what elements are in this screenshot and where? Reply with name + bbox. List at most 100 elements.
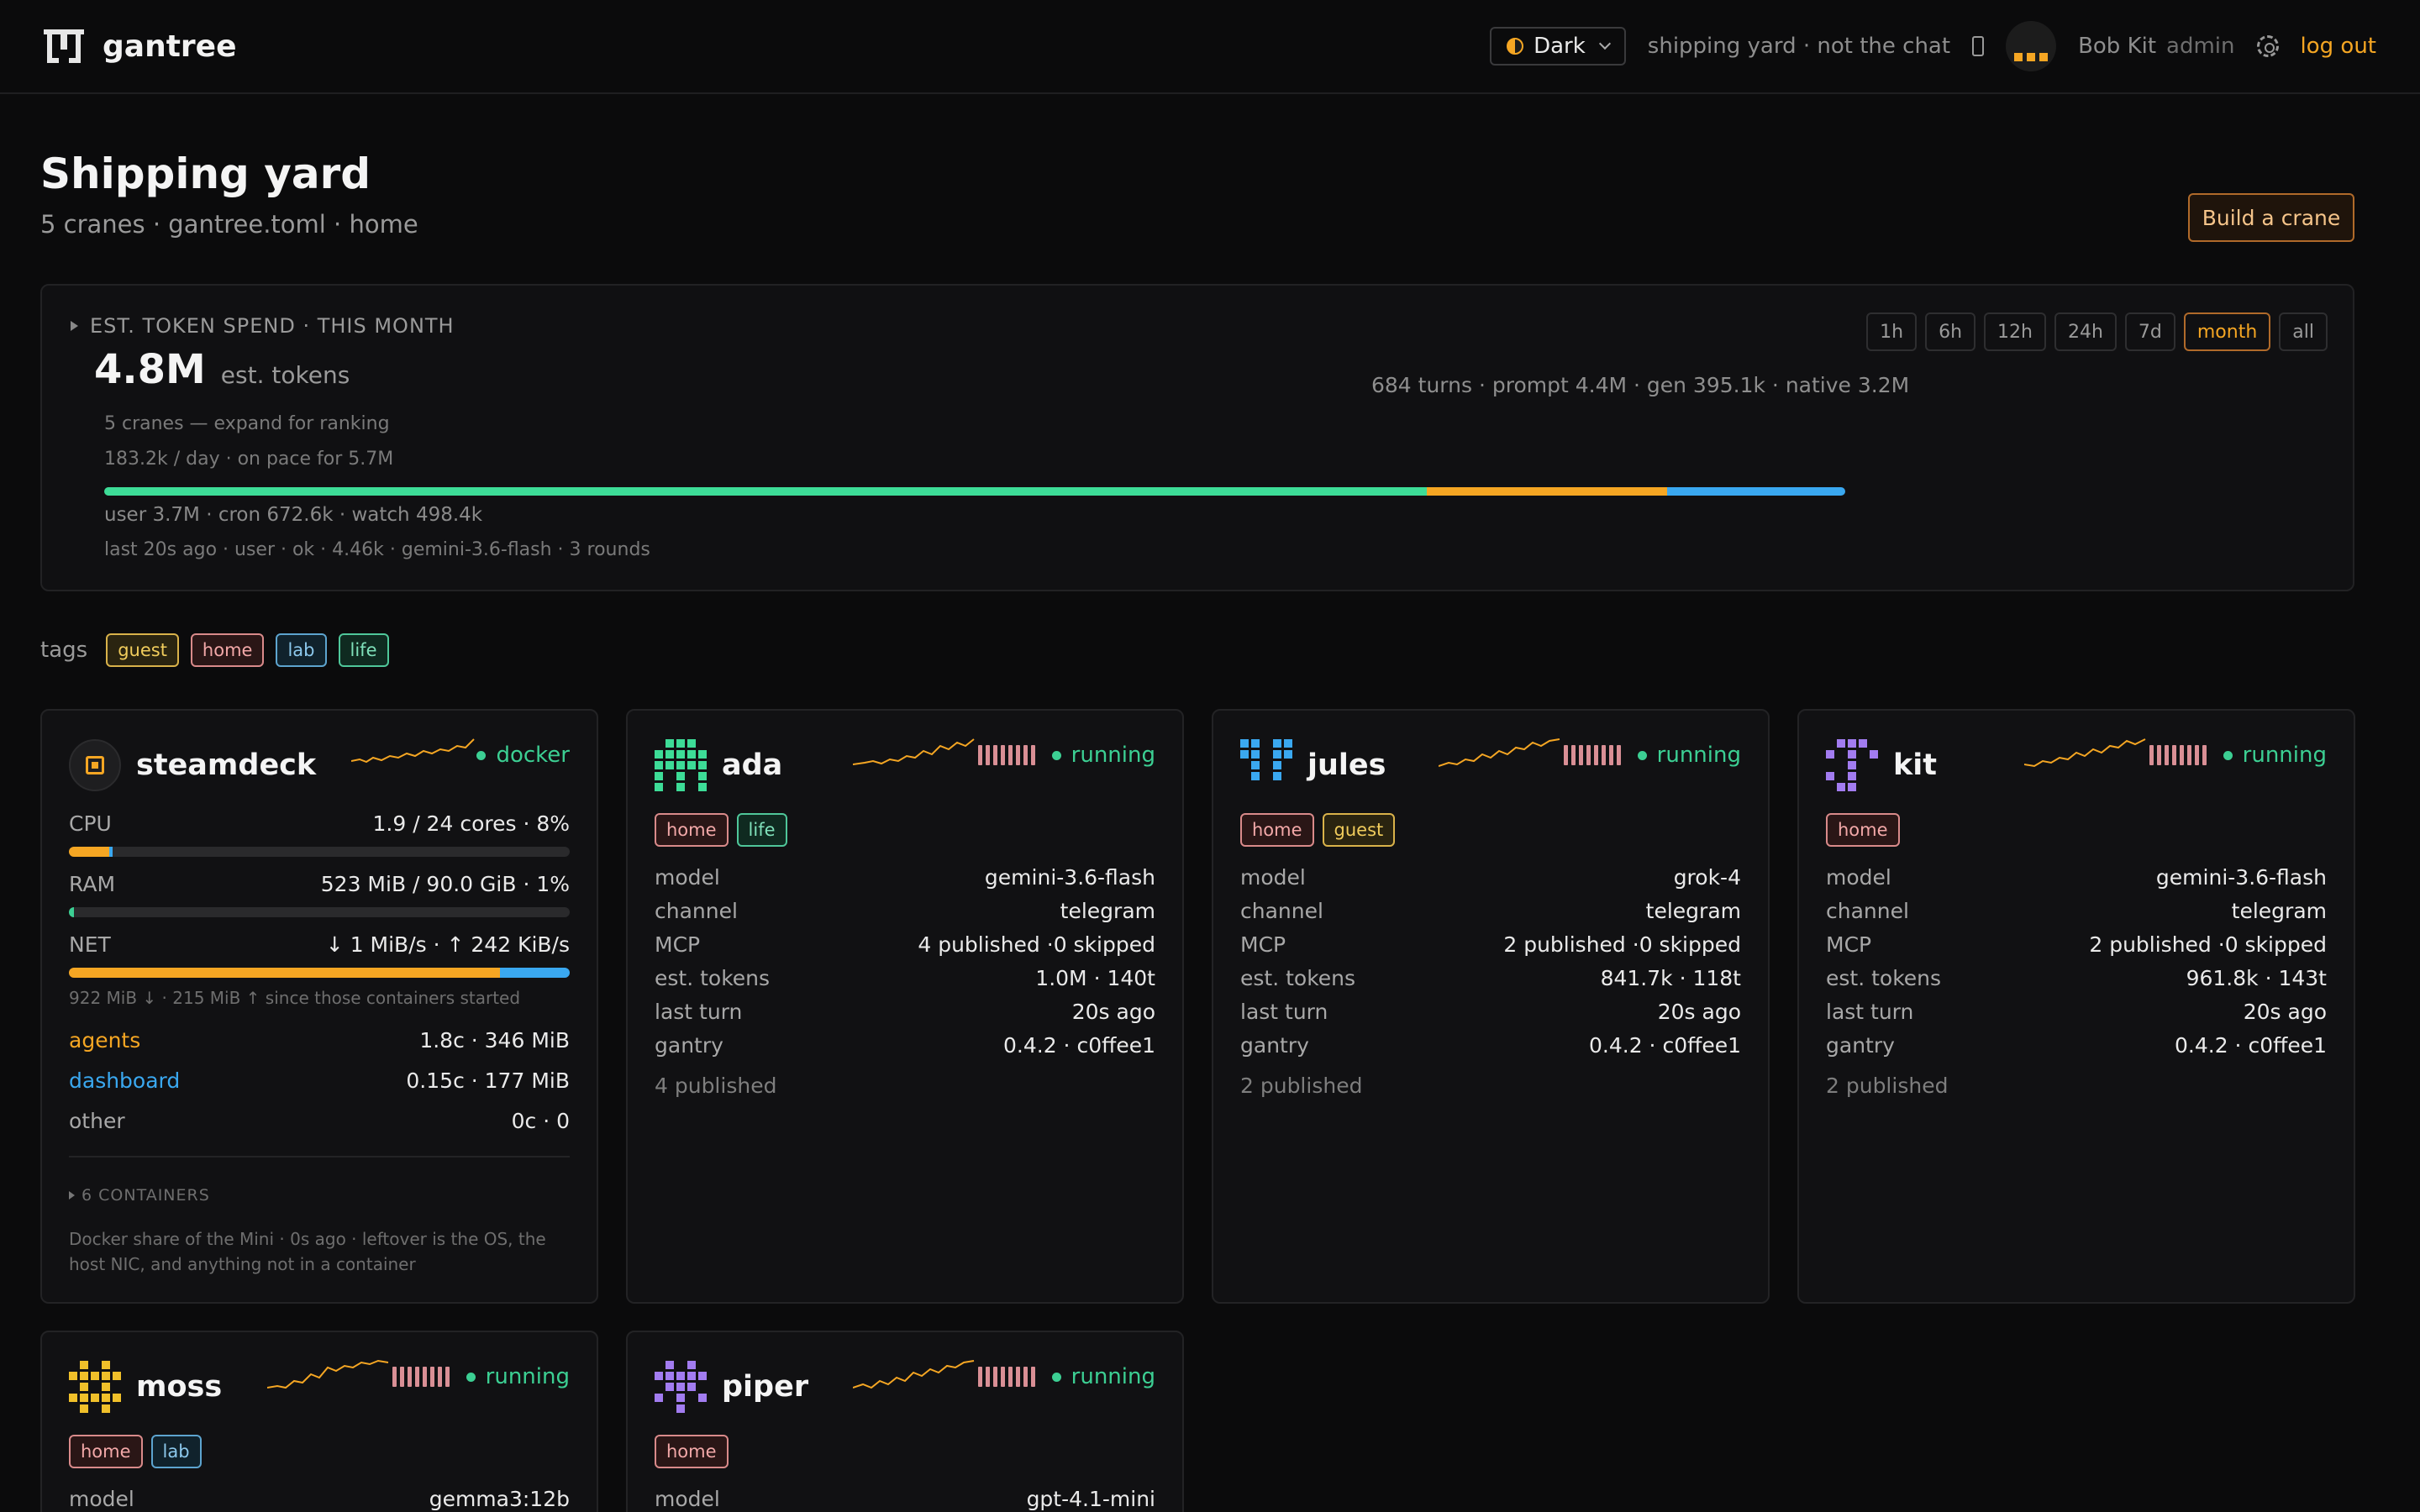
tag-life[interactable]: life — [338, 633, 389, 667]
field-value: 4 published ·0 skipped — [918, 932, 1155, 957]
status-label: docker — [496, 743, 570, 768]
range-1h[interactable]: 1h — [1866, 312, 1918, 351]
ranking-hint[interactable]: 5 cranes — expand for ranking — [104, 413, 390, 434]
sparkline — [853, 738, 975, 765]
crane-name: ada — [722, 748, 783, 782]
field-value: 2 published ·0 skipped — [1503, 932, 1741, 957]
host-name: steamdeck — [136, 748, 317, 782]
field-value: 20s ago — [2243, 1000, 2327, 1024]
tag-lab[interactable]: lab — [276, 633, 327, 667]
published-count[interactable]: 2 published — [1240, 1074, 1362, 1098]
ram-meter — [69, 907, 570, 917]
brand[interactable]: gantree — [44, 29, 237, 64]
crane-tag-guest[interactable]: guest — [1322, 813, 1396, 847]
crane-field: MCP 4 published ·0 skipped — [655, 932, 1155, 957]
crane-field: channel telegram — [655, 899, 1155, 923]
status-dot — [1637, 750, 1647, 760]
crane-field: est. tokens 841.7k · 118t — [1240, 966, 1741, 990]
build-crane-button[interactable]: Build a crane — [2188, 193, 2354, 242]
field-value: 0.4.2 · c0ffee1 — [1003, 1033, 1155, 1058]
crane-card-moss[interactable]: moss running home lab model gemma3:12b — [40, 1331, 598, 1512]
expand-triangle-icon — [71, 321, 78, 331]
published-count[interactable]: 2 published — [1826, 1074, 1948, 1098]
crane-tag-home[interactable]: home — [655, 1435, 729, 1468]
containers-toggle[interactable]: 6 CONTAINERS — [69, 1186, 210, 1205]
field-key: channel — [655, 899, 738, 923]
crane-card-kit[interactable]: kit running home model gemini-3.6-flash chann… — [1797, 709, 2355, 1304]
field-key: MCP — [1240, 932, 1286, 957]
range-7d[interactable]: 7d — [2124, 312, 2175, 351]
user-name: Bob Kit — [2078, 34, 2157, 59]
tag-home[interactable]: home — [190, 633, 265, 667]
crane-tag-home[interactable]: home — [1826, 813, 1900, 847]
crane-field: last turn 20s ago — [1826, 1000, 2327, 1024]
crane-tag-home[interactable]: home — [655, 813, 729, 847]
crane-field: model gpt-4.1-mini — [655, 1487, 1155, 1511]
token-spend-panel: EST. TOKEN SPEND · THIS MONTH 4.8M est. … — [40, 284, 2354, 591]
range-month[interactable]: month — [2183, 312, 2271, 351]
crane-name: jules — [1307, 748, 1386, 782]
range-all[interactable]: all — [2279, 312, 2328, 351]
spend-toggle[interactable]: EST. TOKEN SPEND · THIS MONTH — [71, 314, 455, 338]
cpu-value: 1.9 / 24 cores · 8% — [372, 811, 570, 836]
status-label: running — [1071, 1364, 1155, 1389]
group-agents[interactable]: agents — [69, 1028, 140, 1053]
field-value: gemini-3.6-flash — [984, 865, 1155, 890]
cpu-label: CPU — [69, 811, 112, 836]
gear-icon[interactable] — [2256, 35, 2279, 57]
crane-name: kit — [1893, 748, 1938, 782]
group-agents-value: 1.8c · 346 MiB — [419, 1028, 570, 1053]
crane-field: channel telegram — [1826, 899, 2327, 923]
range-12h[interactable]: 12h — [1984, 312, 2046, 351]
theme-select[interactable]: Dark — [1490, 27, 1626, 66]
field-key: model — [69, 1487, 134, 1511]
group-dashboard[interactable]: dashboard — [69, 1068, 180, 1093]
published-count[interactable]: 4 published — [655, 1074, 776, 1098]
status-label: running — [1656, 743, 1741, 768]
activity-segments — [977, 745, 1035, 765]
crane-tag-home[interactable]: home — [1240, 813, 1314, 847]
range-6h[interactable]: 6h — [1925, 312, 1976, 351]
field-key: est. tokens — [655, 966, 771, 990]
tag-guest[interactable]: guest — [106, 633, 179, 667]
crane-card-ada[interactable]: ada running home life model gemini-3.6-flash c… — [626, 709, 1184, 1304]
field-key: MCP — [655, 932, 701, 957]
crane-avatar-icon — [1240, 739, 1292, 791]
field-value: gpt-4.1-mini — [1026, 1487, 1155, 1511]
status-label: running — [1071, 743, 1155, 768]
phone-icon[interactable] — [1972, 36, 1985, 56]
crane-tag-lab[interactable]: lab — [150, 1435, 202, 1468]
status-dot — [476, 750, 487, 760]
brand-name: gantree — [103, 29, 237, 64]
crane-name: piper — [722, 1370, 809, 1404]
crane-card-jules[interactable]: jules running home guest model grok-4 channel t… — [1212, 709, 1770, 1304]
field-value: gemini-3.6-flash — [2155, 865, 2327, 890]
field-key: gantry — [655, 1033, 723, 1058]
crane-tag-life[interactable]: life — [736, 813, 787, 847]
crane-tag-home[interactable]: home — [69, 1435, 143, 1468]
field-value: telegram — [1060, 899, 1155, 923]
status-label: running — [2242, 743, 2327, 768]
context-label: shipping yard · not the chat — [1647, 34, 1951, 59]
avatar[interactable] — [2006, 21, 2057, 71]
field-value: grok-4 — [1673, 865, 1741, 890]
crane-field: gantry 0.4.2 · c0ffee1 — [1826, 1033, 2327, 1058]
activity-segments — [2149, 745, 2207, 765]
field-key: MCP — [1826, 932, 1872, 957]
sparkline — [1439, 738, 1560, 767]
group-other: other — [69, 1109, 125, 1133]
crane-field: gantry 0.4.2 · c0ffee1 — [1240, 1033, 1741, 1058]
user-role: admin — [2166, 34, 2235, 59]
field-key: channel — [1240, 899, 1323, 923]
logout-link[interactable]: log out — [2301, 34, 2376, 59]
host-footnote: Docker share of the Mini · 0s ago · left… — [69, 1229, 546, 1274]
cpu-meter — [69, 847, 570, 857]
crane-card-piper[interactable]: piper running home model gpt-4.1-mini — [626, 1331, 1184, 1512]
host-card-steamdeck[interactable]: steamdeck docker CPU 1.9 / 24 cores · 8% … — [40, 709, 598, 1304]
crane-avatar-icon — [655, 1361, 707, 1413]
range-24h[interactable]: 24h — [2054, 312, 2117, 351]
crane-field: channel telegram — [1240, 899, 1741, 923]
spend-unit: est. tokens — [220, 361, 350, 389]
tag-filter: tags guest home lab life — [40, 633, 389, 667]
crane-avatar-icon — [655, 739, 707, 791]
